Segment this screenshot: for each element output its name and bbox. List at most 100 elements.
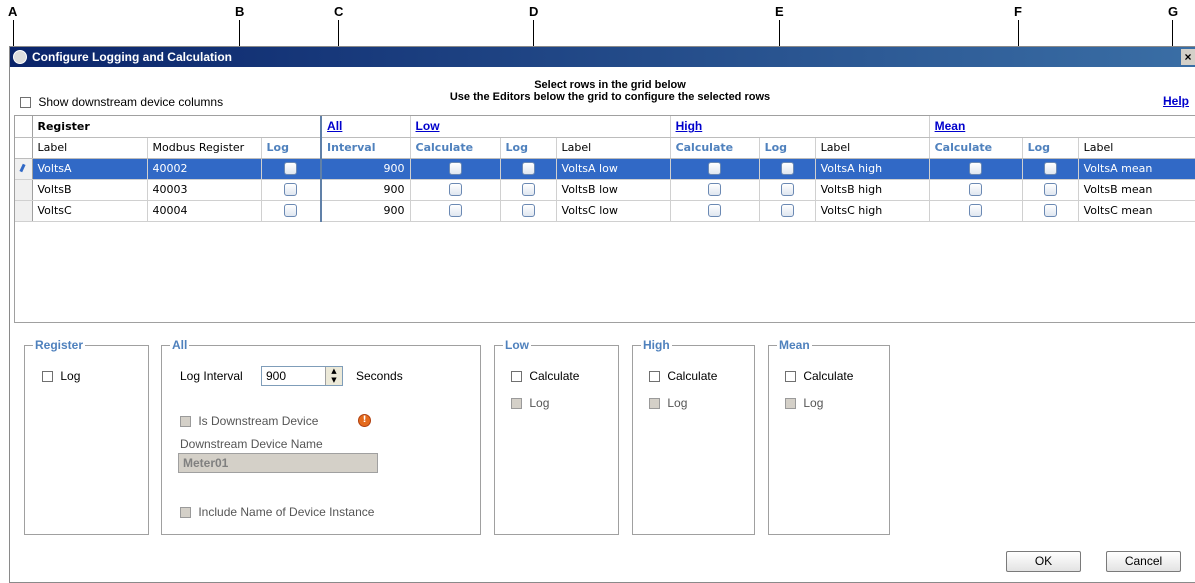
include-instance-checkbox[interactable] xyxy=(180,507,191,519)
col-low-calculate[interactable]: Calculate xyxy=(410,137,501,159)
register-editor-log-checkbox[interactable] xyxy=(42,371,53,383)
high-log-option[interactable]: Log xyxy=(649,396,687,410)
table-row[interactable]: VoltsC 40004 900 VoltsC low VoltsC high … xyxy=(15,200,1195,222)
col-interval[interactable]: Interval xyxy=(321,137,411,159)
col-high-label[interactable]: Label xyxy=(815,137,930,159)
cell-high-label[interactable]: VoltsB high xyxy=(815,179,930,201)
cell-high-log[interactable] xyxy=(759,158,816,180)
register-log-checkbox[interactable] xyxy=(284,204,298,218)
cell-mean-log[interactable] xyxy=(1022,200,1079,222)
high-editor-log-checkbox[interactable] xyxy=(649,398,660,410)
group-mean-link[interactable]: Mean xyxy=(929,116,1195,138)
cell-register-log[interactable] xyxy=(261,200,323,222)
low-log-checkbox[interactable] xyxy=(521,183,535,197)
log-interval-spinner[interactable]: ▲▼ xyxy=(261,366,343,386)
cell-interval[interactable]: 900 xyxy=(321,158,411,180)
cell-modbus[interactable]: 40002 xyxy=(147,158,262,180)
show-downstream-option[interactable]: Show downstream device columns xyxy=(20,95,223,109)
cell-label[interactable]: VoltsA xyxy=(32,158,148,180)
cell-low-calculate[interactable] xyxy=(410,179,501,201)
cell-low-label[interactable]: VoltsA low xyxy=(556,158,671,180)
spinner-arrows-icon[interactable]: ▲ ▼ xyxy=(325,367,342,385)
group-all-link[interactable]: All xyxy=(321,116,411,138)
cell-low-log[interactable] xyxy=(500,158,557,180)
low-editor-calculate-checkbox[interactable] xyxy=(511,371,522,383)
mean-log-checkbox[interactable] xyxy=(1043,183,1057,197)
col-low-label[interactable]: Label xyxy=(556,137,671,159)
col-mean-log[interactable]: Log xyxy=(1022,137,1079,159)
low-editor-log-checkbox[interactable] xyxy=(511,398,522,410)
cell-high-calculate[interactable] xyxy=(670,158,760,180)
col-modbus-register[interactable]: Modbus Register xyxy=(147,137,262,159)
cell-mean-log[interactable] xyxy=(1022,158,1079,180)
cell-high-log[interactable] xyxy=(759,200,816,222)
cell-register-log[interactable] xyxy=(261,179,323,201)
low-calculate-option[interactable]: Calculate xyxy=(511,369,579,383)
cell-high-calculate[interactable] xyxy=(670,200,760,222)
low-calculate-checkbox[interactable] xyxy=(448,162,462,176)
cell-label[interactable]: VoltsC xyxy=(32,200,148,222)
mean-editor-calculate-checkbox[interactable] xyxy=(785,371,796,383)
cell-low-calculate[interactable] xyxy=(410,158,501,180)
cell-high-label[interactable]: VoltsC high xyxy=(815,200,930,222)
high-editor-calculate-checkbox[interactable] xyxy=(649,371,660,383)
high-log-checkbox[interactable] xyxy=(780,162,794,176)
low-calculate-checkbox[interactable] xyxy=(448,183,462,197)
cell-mean-calculate[interactable] xyxy=(929,179,1023,201)
downstream-name-field[interactable]: Meter01 xyxy=(178,453,378,473)
col-register-log[interactable]: Log xyxy=(261,137,323,159)
row-selector[interactable] xyxy=(15,179,33,201)
include-instance-option[interactable]: Include Name of Device Instance xyxy=(180,505,374,519)
high-log-checkbox[interactable] xyxy=(780,183,794,197)
col-label[interactable]: Label xyxy=(32,137,148,159)
register-log-checkbox[interactable] xyxy=(284,183,298,197)
mean-log-option[interactable]: Log xyxy=(785,396,823,410)
cell-mean-label[interactable]: VoltsB mean xyxy=(1078,179,1195,201)
cell-low-label[interactable]: VoltsC low xyxy=(556,200,671,222)
cell-high-log[interactable] xyxy=(759,179,816,201)
cell-low-calculate[interactable] xyxy=(410,200,501,222)
help-link[interactable]: Help xyxy=(1163,94,1189,108)
high-calculate-checkbox[interactable] xyxy=(708,183,722,197)
cancel-button[interactable]: Cancel xyxy=(1106,551,1181,572)
mean-calculate-checkbox[interactable] xyxy=(969,204,983,218)
mean-calculate-option[interactable]: Calculate xyxy=(785,369,853,383)
cell-high-calculate[interactable] xyxy=(670,179,760,201)
low-log-option[interactable]: Log xyxy=(511,396,549,410)
cell-modbus[interactable]: 40003 xyxy=(147,179,262,201)
col-mean-label[interactable]: Label xyxy=(1078,137,1195,159)
log-interval-input[interactable] xyxy=(262,367,326,385)
high-log-checkbox[interactable] xyxy=(780,204,794,218)
cell-interval[interactable]: 900 xyxy=(321,200,411,222)
mean-editor-log-checkbox[interactable] xyxy=(785,398,796,410)
col-low-log[interactable]: Log xyxy=(500,137,557,159)
cell-interval[interactable]: 900 xyxy=(321,179,411,201)
cell-label[interactable]: VoltsB xyxy=(32,179,148,201)
group-low-link[interactable]: Low xyxy=(410,116,671,138)
row-selector[interactable] xyxy=(15,158,33,180)
close-button[interactable]: × xyxy=(1181,49,1195,65)
cell-low-log[interactable] xyxy=(500,179,557,201)
cell-high-label[interactable]: VoltsA high xyxy=(815,158,930,180)
col-mean-calculate[interactable]: Calculate xyxy=(929,137,1023,159)
table-row[interactable]: VoltsB 40003 900 VoltsB low VoltsB high … xyxy=(15,179,1195,201)
group-high-link[interactable]: High xyxy=(670,116,930,138)
cell-mean-calculate[interactable] xyxy=(929,158,1023,180)
high-calculate-checkbox[interactable] xyxy=(708,204,722,218)
mean-log-checkbox[interactable] xyxy=(1043,204,1057,218)
cell-mean-log[interactable] xyxy=(1022,179,1079,201)
low-log-checkbox[interactable] xyxy=(521,162,535,176)
mean-calculate-checkbox[interactable] xyxy=(969,162,983,176)
cell-mean-label[interactable]: VoltsC mean xyxy=(1078,200,1195,222)
high-calculate-option[interactable]: Calculate xyxy=(649,369,717,383)
cell-mean-label[interactable]: VoltsA mean xyxy=(1078,158,1195,180)
cell-low-label[interactable]: VoltsB low xyxy=(556,179,671,201)
cell-register-log[interactable] xyxy=(261,158,323,180)
register-log-checkbox[interactable] xyxy=(284,162,298,176)
mean-log-checkbox[interactable] xyxy=(1043,162,1057,176)
cell-modbus[interactable]: 40004 xyxy=(147,200,262,222)
is-downstream-option[interactable]: Is Downstream Device xyxy=(180,414,318,428)
mean-calculate-checkbox[interactable] xyxy=(969,183,983,197)
register-log-option[interactable]: Log xyxy=(42,369,80,383)
low-calculate-checkbox[interactable] xyxy=(448,204,462,218)
